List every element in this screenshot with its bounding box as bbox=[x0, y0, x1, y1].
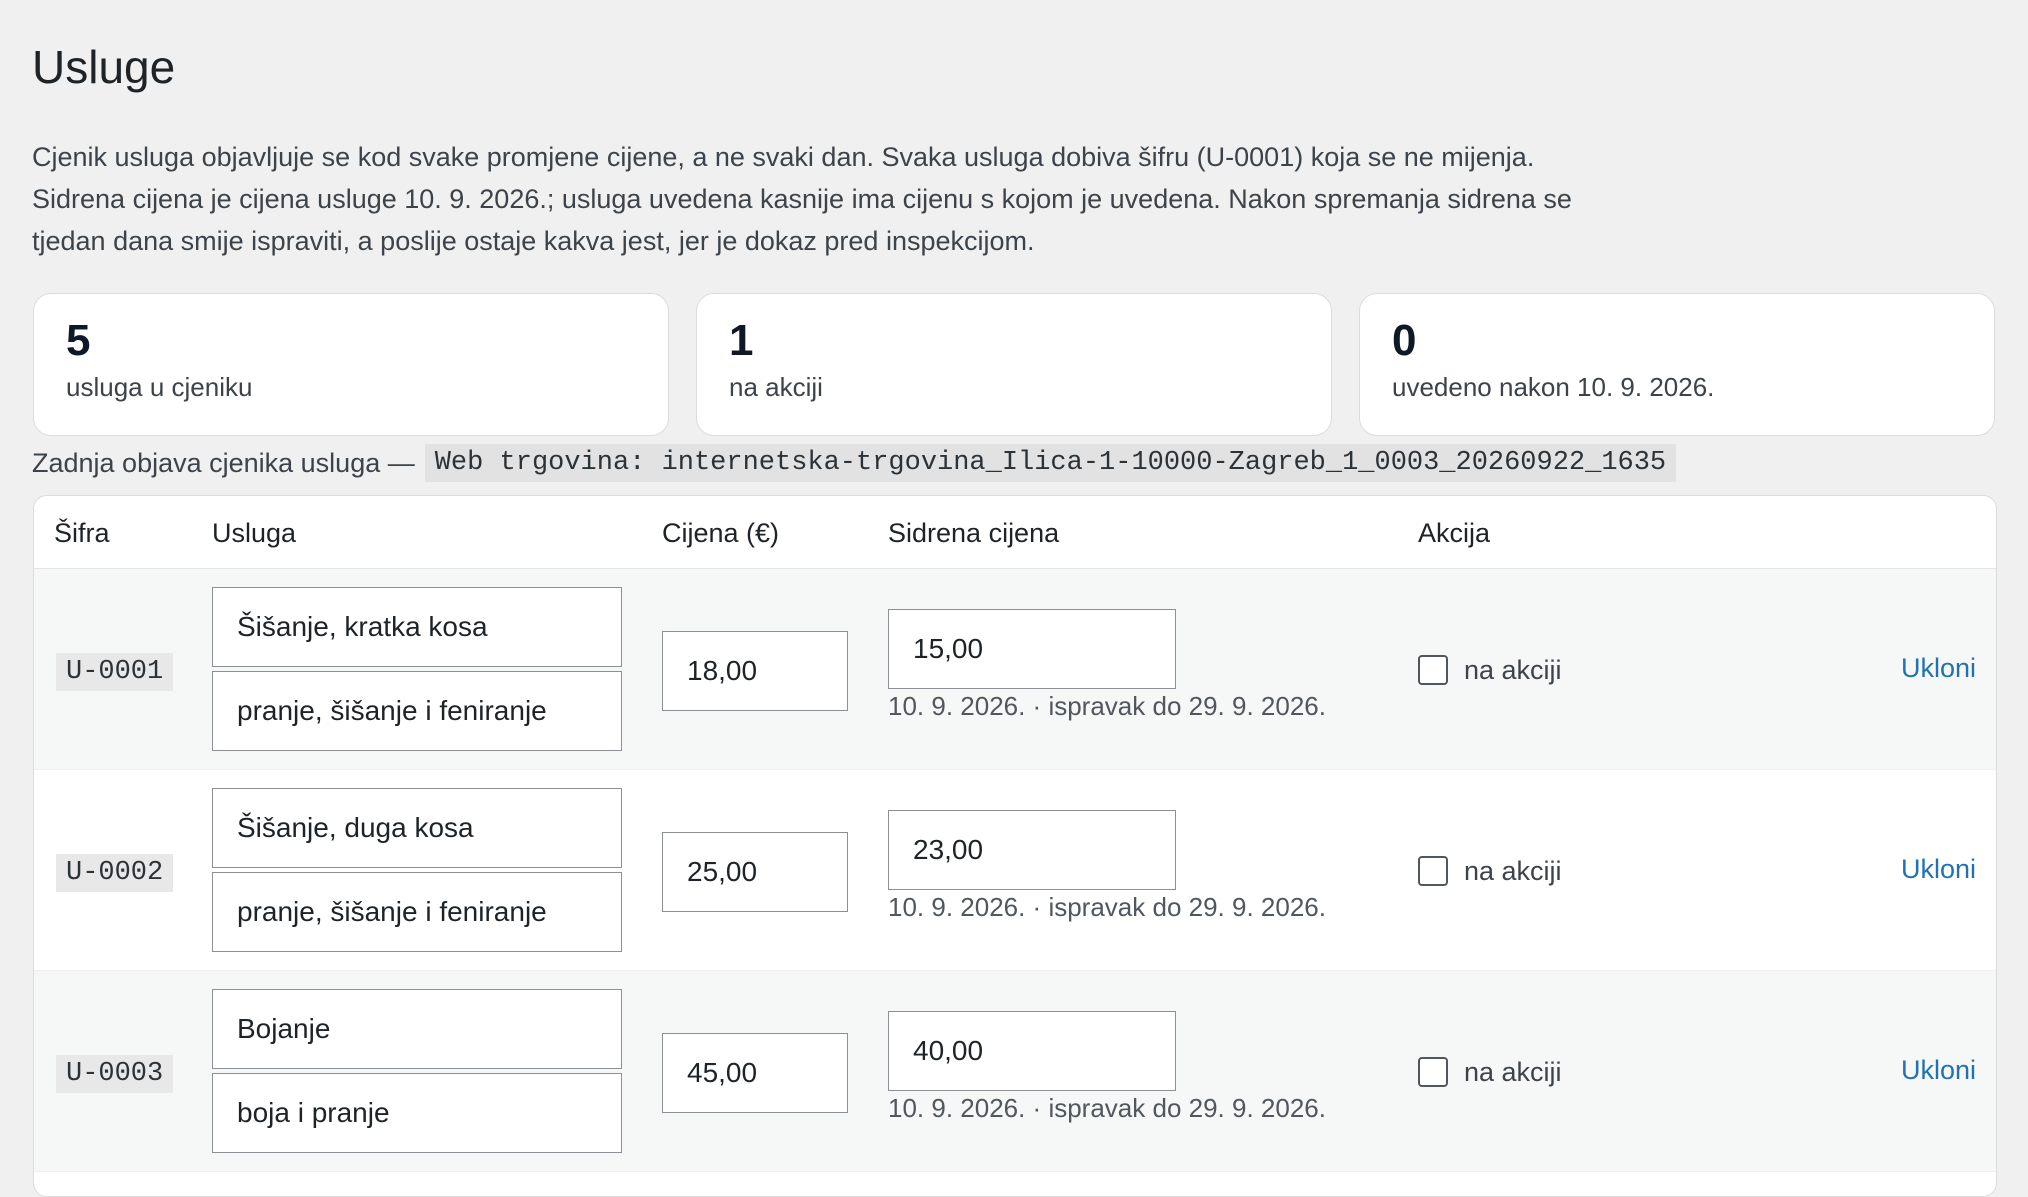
stat-value: 5 bbox=[66, 316, 91, 365]
stat-card-services: 5 usluga u cjeniku bbox=[33, 293, 669, 436]
column-header-usluga: Usluga bbox=[212, 518, 297, 548]
service-description-input[interactable]: boja i pranje bbox=[212, 1073, 622, 1153]
anchor-price-input[interactable]: 40,00 bbox=[888, 1011, 1176, 1091]
promo-checkbox[interactable] bbox=[1418, 1057, 1448, 1087]
table-row: U-0002 Šišanje, duga kosa pranje, šišanj… bbox=[34, 770, 1996, 971]
stat-card-introduced-later: 0 uvedeno nakon 10. 9. 2026. bbox=[1359, 293, 1995, 436]
stat-label: uvedeno nakon 10. 9. 2026. bbox=[1392, 372, 1715, 402]
intro-line: Cjenik usluga objavljuje se kod svake pr… bbox=[32, 142, 1535, 172]
service-code: U-0001 bbox=[56, 653, 174, 691]
service-name-input[interactable]: Bojanje bbox=[212, 989, 622, 1069]
page-title: Usluge bbox=[32, 41, 176, 93]
stat-card-promo: 1 na akciji bbox=[696, 293, 1332, 436]
stat-value: 0 bbox=[1392, 316, 1417, 365]
anchor-price-note: 10. 9. 2026. · ispravak do 29. 9. 2026. bbox=[888, 691, 1326, 721]
services-table: Šifra Usluga Cijena (€) Sidrena cijena A… bbox=[33, 495, 1997, 1197]
intro-line: tjedan dana smije ispraviti, a poslije o… bbox=[32, 226, 1035, 256]
price-input[interactable]: 18,00 bbox=[662, 631, 848, 711]
last-publication: Zadnja objava cjenika usluga — Web trgov… bbox=[32, 444, 1677, 482]
last-publication-label: Zadnja objava cjenika usluga — bbox=[32, 447, 415, 478]
service-description-input[interactable]: pranje, šišanje i feniranje bbox=[212, 671, 622, 751]
promo-checkbox-label[interactable]: na akciji bbox=[1464, 856, 1562, 887]
remove-link[interactable]: Ukloni bbox=[1901, 653, 1976, 684]
intro-text: Cjenik usluga objavljuje se kod svake pr… bbox=[32, 136, 1752, 262]
remove-link[interactable]: Ukloni bbox=[1901, 1055, 1976, 1086]
service-code: U-0003 bbox=[56, 1055, 174, 1093]
price-input[interactable]: 25,00 bbox=[662, 832, 848, 912]
column-header-cijena: Cijena (€) bbox=[662, 518, 780, 548]
last-publication-code: Web trgovina: internetska-trgovina_Ilica… bbox=[424, 444, 1677, 482]
column-header-sifra: Šifra bbox=[54, 518, 110, 548]
table-row: U-0003 Bojanje boja i pranje 45,00 40,00… bbox=[34, 971, 1996, 1172]
stats-row: 5 usluga u cjeniku 1 na akciji 0 uvedeno… bbox=[33, 293, 1995, 436]
remove-link[interactable]: Ukloni bbox=[1901, 854, 1976, 885]
price-input[interactable]: 45,00 bbox=[662, 1033, 848, 1113]
promo-checkbox-label[interactable]: na akciji bbox=[1464, 1057, 1562, 1088]
stat-label: na akciji bbox=[729, 372, 823, 402]
promo-checkbox-label[interactable]: na akciji bbox=[1464, 655, 1562, 686]
service-name-input[interactable]: Šišanje, duga kosa bbox=[212, 788, 622, 868]
stat-value: 1 bbox=[729, 316, 754, 365]
anchor-price-note: 10. 9. 2026. · ispravak do 29. 9. 2026. bbox=[888, 892, 1326, 922]
service-code: U-0002 bbox=[56, 854, 174, 892]
promo-checkbox[interactable] bbox=[1418, 655, 1448, 685]
service-name-input[interactable]: Šišanje, kratka kosa bbox=[212, 587, 622, 667]
column-header-sidrena: Sidrena cijena bbox=[888, 518, 1060, 548]
stat-label: usluga u cjeniku bbox=[66, 372, 253, 402]
anchor-price-input[interactable]: 23,00 bbox=[888, 810, 1176, 890]
promo-checkbox[interactable] bbox=[1418, 856, 1448, 886]
table-header: Šifra Usluga Cijena (€) Sidrena cijena A… bbox=[34, 496, 1996, 569]
column-header-akcija: Akcija bbox=[1418, 518, 1491, 548]
service-description-input[interactable]: pranje, šišanje i feniranje bbox=[212, 872, 622, 952]
anchor-price-note: 10. 9. 2026. · ispravak do 29. 9. 2026. bbox=[888, 1093, 1326, 1123]
intro-line: Sidrena cijena je cijena usluge 10. 9. 2… bbox=[32, 184, 1572, 214]
table-row: U-0001 Šišanje, kratka kosa pranje, šiša… bbox=[34, 569, 1996, 770]
anchor-price-input[interactable]: 15,00 bbox=[888, 609, 1176, 689]
